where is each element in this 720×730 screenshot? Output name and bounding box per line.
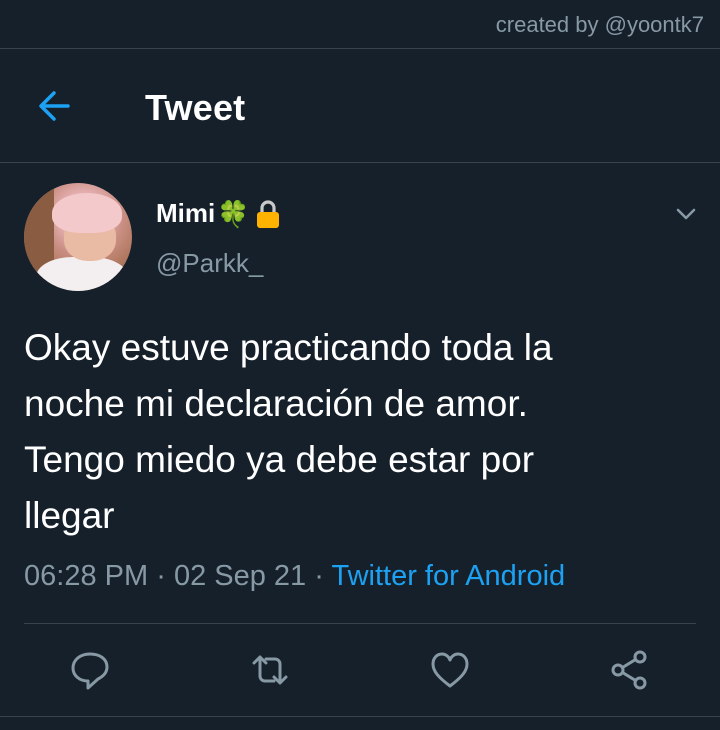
reply-button[interactable] — [68, 648, 112, 692]
four-leaf-clover-icon: 🍀 — [217, 198, 250, 229]
avatar[interactable] — [24, 183, 132, 291]
share-button[interactable] — [608, 648, 652, 692]
tweet-date: 02 Sep 21 — [173, 560, 307, 592]
like-button[interactable] — [428, 648, 472, 692]
watermark: created by @yoontk7 — [495, 12, 704, 37]
divider-actions — [24, 623, 696, 624]
share-icon — [611, 650, 647, 690]
divider-header — [0, 162, 720, 163]
tweet-text: Okay estuve practicando toda la noche mi… — [24, 327, 553, 536]
divider-bottom — [0, 716, 720, 717]
display-name-row[interactable]: Mimi 🍀 — [156, 198, 281, 229]
meta-separator: · — [156, 560, 166, 592]
like-icon — [431, 652, 469, 688]
reply-icon — [71, 652, 109, 690]
page-title: Tweet — [145, 87, 246, 128]
tweet-meta: 06:28 PM · 02 Sep 21 · Twitter for Andro… — [24, 560, 565, 593]
tweet-time: 06:28 PM — [24, 560, 149, 592]
tweet-source-link[interactable]: Twitter for Android — [331, 560, 565, 592]
meta-separator: · — [314, 560, 324, 592]
arrow-left-icon — [39, 91, 70, 121]
back-button[interactable] — [34, 87, 78, 125]
user-handle[interactable]: @Parkk_ — [156, 248, 263, 279]
retweet-icon — [252, 655, 288, 685]
lock-icon — [255, 199, 281, 229]
retweet-button[interactable] — [248, 648, 292, 692]
more-options-button[interactable] — [672, 200, 700, 228]
header-bar: Tweet — [0, 49, 720, 162]
chevron-down-icon — [676, 208, 696, 220]
display-name: Mimi — [156, 198, 216, 228]
